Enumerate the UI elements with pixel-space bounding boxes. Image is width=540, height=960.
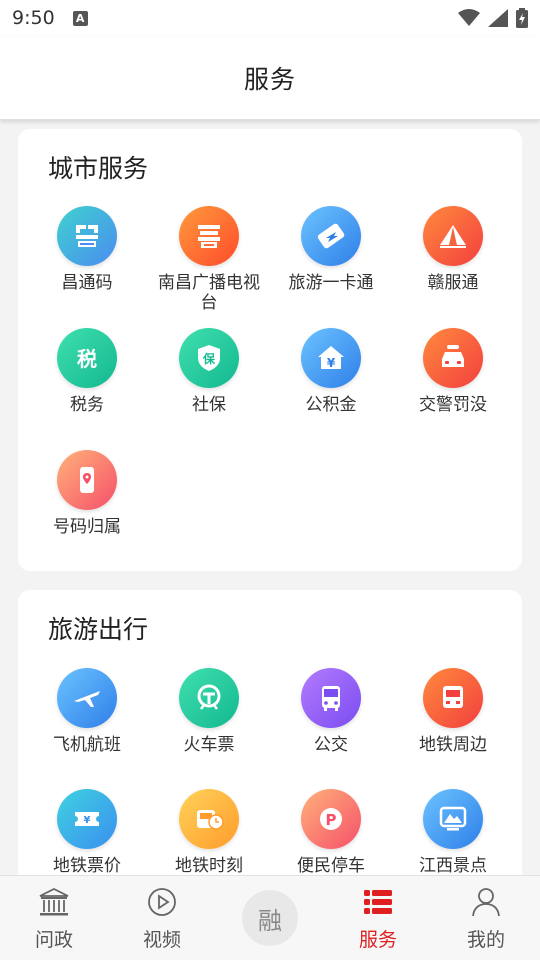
service-item-label: 火车票 xyxy=(183,735,235,755)
service-item-label: 地铁票价 xyxy=(53,856,121,875)
nav-label: 服务 xyxy=(358,928,397,951)
signal-icon xyxy=(488,9,508,27)
service-item-label: 江西景点 xyxy=(419,856,487,875)
service-item[interactable]: 地铁周边 xyxy=(392,668,514,755)
service-item[interactable]: 飞机航班 xyxy=(26,668,148,755)
nav-item-play-circle[interactable]: 视频 xyxy=(108,876,216,960)
service-item[interactable]: 地铁时刻 xyxy=(148,789,270,875)
nav-item-service-list[interactable]: 服务 xyxy=(324,876,432,960)
service-item-label: 赣服通 xyxy=(427,273,479,293)
play-circle-icon xyxy=(145,885,179,923)
housing-fund-icon: ¥ xyxy=(301,328,361,388)
page-title: 服务 xyxy=(243,64,296,94)
nav-item-government-building[interactable]: 问政 xyxy=(0,876,108,960)
service-item[interactable]: P 便民停车 xyxy=(270,789,392,875)
status-icons xyxy=(458,8,528,28)
nav-label: 视频 xyxy=(142,928,181,951)
service-item[interactable]: ¥ 地铁票价 xyxy=(26,789,148,875)
services-content[interactable]: 城市服务 昌通码 南昌广播电视台 旅游一卡通 赣服通税税务保社保 ¥ 公积金 交警罚没 号码归… xyxy=(0,121,540,875)
service-item-label: 公积金 xyxy=(305,395,357,415)
social-security-icon: 保 xyxy=(179,328,239,388)
government-building-icon xyxy=(37,885,71,923)
service-item-label: 地铁周边 xyxy=(419,735,487,755)
service-item-label: 南昌广播电视台 xyxy=(158,273,260,313)
service-item[interactable]: 南昌广播电视台 xyxy=(148,206,270,313)
service-item-label: 飞机航班 xyxy=(53,735,121,755)
travel-card-icon xyxy=(301,206,361,266)
city-services-card: 城市服务 昌通码 南昌广播电视台 旅游一卡通 赣服通税税务保社保 ¥ 公积金 交警罚没 号码归… xyxy=(18,129,522,571)
person-icon xyxy=(469,885,503,923)
tv-station-icon xyxy=(179,206,239,266)
wifi-icon xyxy=(458,9,480,26)
metro-fare-icon: ¥ xyxy=(57,789,117,849)
svg-text:P: P xyxy=(326,811,337,829)
service-item[interactable]: 号码归属 xyxy=(26,450,148,537)
scenic-spot-icon xyxy=(423,789,483,849)
bus-icon xyxy=(301,668,361,728)
train-icon xyxy=(179,668,239,728)
service-item-label: 地铁时刻 xyxy=(175,856,243,875)
bottom-navigation: 问政 视频 融服务 我的 xyxy=(0,875,540,960)
nav-label: 我的 xyxy=(466,928,505,951)
svg-text:保: 保 xyxy=(202,351,216,366)
service-item[interactable]: 火车票 xyxy=(148,668,270,755)
service-item[interactable]: 保社保 xyxy=(148,328,270,415)
service-item[interactable]: 昌通码 xyxy=(26,206,148,293)
battery-icon xyxy=(516,8,528,28)
metro-surroundings-icon xyxy=(423,668,483,728)
traffic-police-icon xyxy=(423,328,483,388)
service-list-icon xyxy=(361,885,395,923)
service-item-label: 公交 xyxy=(314,735,348,755)
service-item-label: 昌通码 xyxy=(61,273,113,293)
service-item-label: 社保 xyxy=(192,395,226,415)
rong-center-icon: 融 xyxy=(242,890,298,946)
parking-icon: P xyxy=(301,789,361,849)
service-item-label: 交警罚没 xyxy=(419,395,487,415)
service-item[interactable]: 江西景点 xyxy=(392,789,514,875)
svg-text:税: 税 xyxy=(77,347,97,371)
metro-schedule-icon xyxy=(179,789,239,849)
service-item-label: 税务 xyxy=(70,395,104,415)
tax-icon: 税 xyxy=(57,328,117,388)
notification-a-icon: A xyxy=(72,10,88,26)
phone-location-icon xyxy=(57,450,117,510)
travel-card: 旅游出行 飞机航班 火车票 公交 地铁周边 ¥ 地铁票价 地铁时刻 P 便民停车 江西景点 xyxy=(18,590,522,875)
nav-label: 问政 xyxy=(34,928,73,951)
section-title: 旅游出行 xyxy=(48,615,149,644)
nav-item-person[interactable]: 我的 xyxy=(432,876,540,960)
page-header: 服务 xyxy=(0,36,540,120)
section-title: 城市服务 xyxy=(48,154,149,183)
svg-text:¥: ¥ xyxy=(327,356,336,370)
service-item-label: 便民停车 xyxy=(297,856,365,875)
service-item[interactable]: 公交 xyxy=(270,668,392,755)
status-time: 9:50 xyxy=(12,7,55,29)
nav-item-rong-center[interactable]: 融 xyxy=(216,876,324,960)
service-item-label: 号码归属 xyxy=(53,517,121,537)
qr-code-icon xyxy=(57,206,117,266)
service-item[interactable]: 旅游一卡通 xyxy=(270,206,392,293)
service-item[interactable]: ¥ 公积金 xyxy=(270,328,392,415)
service-item[interactable]: 交警罚没 xyxy=(392,328,514,415)
gan-service-icon xyxy=(423,206,483,266)
service-item[interactable]: 赣服通 xyxy=(392,206,514,293)
service-item-label: 旅游一卡通 xyxy=(288,273,374,293)
svg-text:¥: ¥ xyxy=(84,815,91,826)
status-bar: 9:50 A xyxy=(0,0,540,36)
service-item[interactable]: 税税务 xyxy=(26,328,148,415)
airplane-icon xyxy=(57,668,117,728)
